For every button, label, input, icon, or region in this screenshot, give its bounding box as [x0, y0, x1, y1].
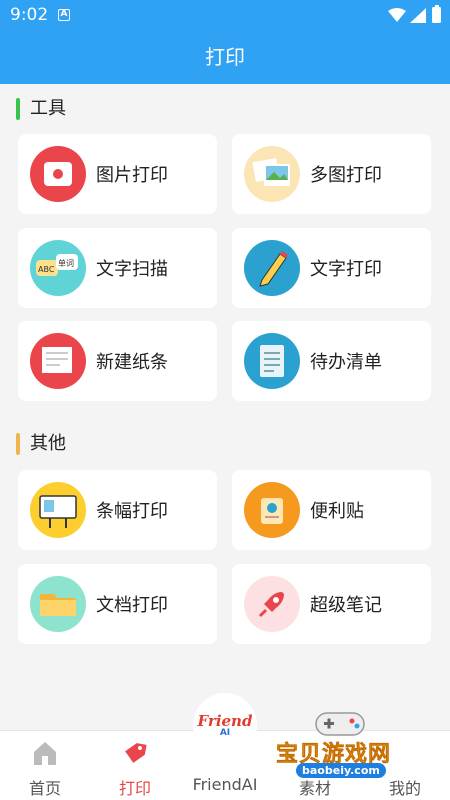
- text-print-label: 文字打印: [310, 259, 382, 280]
- super-note-label: 超级笔记: [310, 595, 382, 616]
- app-notification-icon: A: [58, 9, 70, 21]
- banner-print-card[interactable]: 条幅打印: [18, 470, 217, 550]
- document-print-label: 文档打印: [96, 595, 168, 616]
- page-title: 打印: [205, 45, 245, 69]
- battery-icon: [432, 5, 441, 23]
- multi-photo-print-card[interactable]: 多图打印: [232, 134, 431, 214]
- translate-bubbles-icon: ABC 单词: [30, 240, 86, 296]
- photo-print-label: 图片打印: [96, 165, 168, 186]
- billboard-icon: [30, 482, 86, 538]
- super-note-card[interactable]: 超级笔记: [232, 564, 431, 644]
- cell-signal-icon: [410, 8, 426, 23]
- text-scan-label: 文字扫描: [96, 259, 168, 280]
- tab-print[interactable]: 打印: [90, 731, 180, 800]
- pencil-icon: [244, 240, 300, 296]
- tab-mine[interactable]: 我的: [360, 731, 450, 800]
- page-header: 打印: [0, 30, 450, 84]
- tab-home[interactable]: 首页: [0, 731, 90, 800]
- tag-icon: [125, 743, 147, 763]
- status-bar: 9:02 A: [0, 0, 450, 30]
- friendai-logo: Friend AI: [193, 693, 257, 757]
- note-paper-icon: [30, 333, 86, 389]
- tab-mine-label: 我的: [388, 779, 421, 798]
- banner-print-label: 条幅打印: [96, 501, 168, 522]
- rocket-icon: [244, 576, 300, 632]
- document-print-card[interactable]: 文档打印: [18, 564, 217, 644]
- tab-materials-label: 素材: [298, 779, 331, 798]
- text-print-card[interactable]: 文字打印: [232, 228, 431, 308]
- status-time: 9:02: [10, 5, 49, 25]
- photos-icon: [244, 146, 300, 202]
- friendai-logo-sub: AI: [219, 728, 231, 738]
- sticky-note-card[interactable]: 便利贴: [232, 470, 431, 550]
- multi-photo-print-label: 多图打印: [310, 165, 382, 186]
- tab-home-label: 首页: [28, 779, 61, 798]
- bottom-tab-bar: 首页 打印 Friend AI FriendAI 素材 我的: [0, 693, 450, 800]
- new-note-card[interactable]: 新建纸条: [18, 321, 217, 401]
- todo-list-label: 待办清单: [310, 352, 382, 373]
- tab-friendai[interactable]: Friend AI FriendAI: [180, 693, 270, 800]
- clipboard-icon: [244, 333, 300, 389]
- tab-friendai-label: FriendAI: [192, 775, 258, 794]
- svg-text:单词: 单词: [58, 258, 74, 268]
- section-title-tools: 工具: [16, 98, 66, 120]
- folder-icon: [30, 576, 86, 632]
- svg-text:ABC: ABC: [38, 265, 55, 274]
- section-title-other: 其他: [16, 433, 66, 455]
- sticky-note-label: 便利贴: [310, 501, 364, 522]
- tab-materials[interactable]: 素材: [270, 731, 360, 800]
- home-icon: [34, 742, 56, 765]
- camera-icon: [30, 146, 86, 202]
- badge-card-icon: [244, 482, 300, 538]
- photo-print-card[interactable]: 图片打印: [18, 134, 217, 214]
- todo-list-card[interactable]: 待办清单: [232, 321, 431, 401]
- tab-print-label: 打印: [118, 779, 151, 798]
- new-note-label: 新建纸条: [96, 352, 168, 373]
- wifi-icon: [388, 8, 406, 22]
- text-scan-card[interactable]: ABC 单词 文字扫描: [18, 228, 217, 308]
